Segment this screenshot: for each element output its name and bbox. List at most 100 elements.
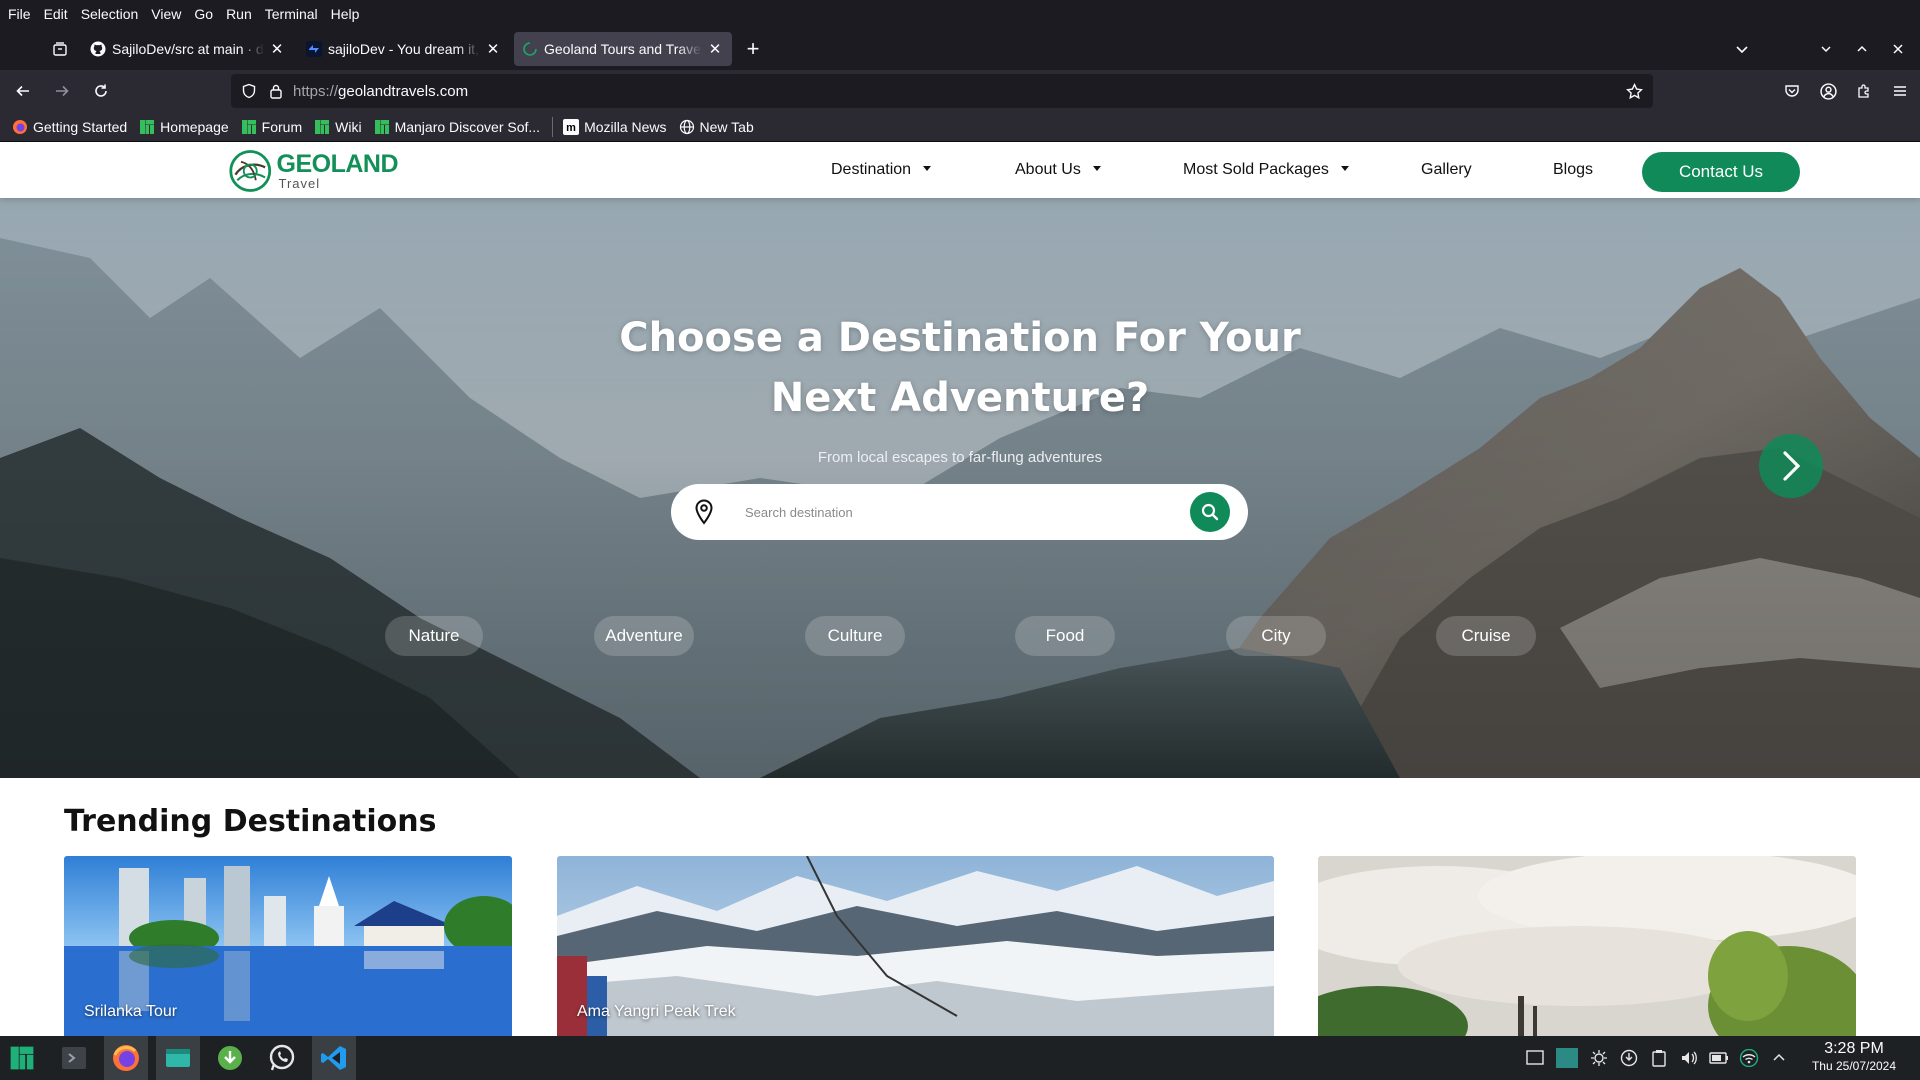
bookmarks-toolbar: Getting Started Homepage Forum Wiki Manj… (0, 112, 1920, 142)
url-text[interactable]: https://geolandtravels.com (293, 83, 468, 100)
bookmark-mozilla-news[interactable]: m Mozilla News (563, 118, 667, 135)
update-icon[interactable] (1618, 1047, 1640, 1069)
tray-expand-chevron-icon[interactable] (1768, 1047, 1790, 1069)
url-protocol: https:// (293, 82, 339, 100)
menu-view[interactable]: View (151, 6, 181, 22)
hero-title-line1: Choose a Destination For Your (619, 315, 1301, 361)
destination-card-srilanka[interactable]: Srilanka Tour (64, 856, 512, 1036)
nav-most-sold-packages[interactable]: Most Sold Packages (1183, 142, 1349, 198)
menu-go[interactable]: Go (194, 6, 213, 22)
hero-title-line2: Next Adventure? (770, 375, 1150, 421)
files-icon[interactable] (156, 1036, 200, 1080)
maximize-chevron-icon[interactable] (1848, 35, 1876, 63)
shield-icon[interactable] (241, 83, 259, 99)
battery-icon[interactable] (1708, 1047, 1730, 1069)
minimize-chevron-icon[interactable] (1812, 35, 1840, 63)
menu-edit[interactable]: Edit (44, 6, 68, 22)
account-icon[interactable] (1812, 75, 1844, 107)
hamburger-menu-icon[interactable] (1884, 75, 1916, 107)
forward-arrow-icon[interactable] (46, 75, 78, 107)
web-page: GEOLAND Travel Destination About Us Most… (0, 142, 1920, 1036)
vscode-icon[interactable] (312, 1036, 356, 1080)
clipboard-icon[interactable] (1648, 1047, 1670, 1069)
logo-subtitle: Travel (278, 176, 321, 191)
toolbar-right (1772, 75, 1916, 107)
bookmark-homepage[interactable]: Homepage (139, 119, 229, 135)
clock-date: Thu 25/07/2024 (1811, 1059, 1897, 1073)
nav-about-us[interactable]: About Us (1015, 142, 1101, 198)
browser-tabbar: SajiloDev/src at main · dipe ✕ sajiloDev… (0, 28, 1920, 70)
category-chip-food[interactable]: Food (1015, 616, 1115, 656)
window-close-icon[interactable] (1884, 35, 1912, 63)
menu-help[interactable]: Help (331, 6, 360, 22)
menu-selection[interactable]: Selection (81, 6, 139, 22)
show-desktop-icon[interactable] (1524, 1047, 1546, 1069)
location-pin-icon (689, 497, 719, 527)
nav-gallery[interactable]: Gallery (1421, 142, 1472, 198)
system-taskbar: 3:28 PM Thu 25/07/2024 (0, 1036, 1920, 1080)
terminal-icon[interactable] (52, 1036, 96, 1080)
tab-title: sajiloDev - You dream it, W (328, 41, 480, 57)
bookmark-wiki[interactable]: Wiki (314, 119, 362, 135)
menu-terminal[interactable]: Terminal (265, 6, 318, 22)
tab-geoland[interactable]: Geoland Tours and Travels ✕ (514, 32, 732, 66)
slider-next-button[interactable] (1759, 434, 1823, 498)
new-tab-button[interactable]: + (738, 34, 768, 64)
caret-down-icon (1340, 165, 1349, 171)
bookmark-forum[interactable]: Forum (241, 119, 302, 135)
list-tabs-chevron-icon[interactable] (1728, 35, 1756, 63)
notifications-icon[interactable] (1588, 1047, 1610, 1069)
reload-icon[interactable] (85, 75, 117, 107)
search-destination-input[interactable] (745, 504, 1190, 520)
bookmark-separator (552, 116, 554, 137)
card-caption: Ama Yangri Peak Trek (577, 1003, 736, 1020)
close-icon[interactable]: ✕ (706, 40, 724, 58)
url-bar[interactable]: https://geolandtravels.com (231, 74, 1653, 108)
system-tray (1516, 1036, 1790, 1080)
bookmark-star-icon[interactable] (1626, 83, 1643, 100)
caret-down-icon (1092, 165, 1101, 171)
category-chip-cruise[interactable]: Cruise (1436, 616, 1536, 656)
category-chip-culture[interactable]: Culture (805, 616, 905, 656)
search-button[interactable] (1190, 492, 1230, 532)
tab-overview-icon[interactable] (42, 31, 78, 67)
manjaro-icon (139, 119, 155, 135)
destination-card-ama-yangri[interactable]: Ama Yangri Peak Trek (557, 856, 1274, 1036)
destination-card-third[interactable] (1318, 856, 1856, 1036)
manjaro-icon (374, 119, 390, 135)
manjaro-menu-icon[interactable] (0, 1036, 44, 1080)
close-icon[interactable]: ✕ (484, 40, 502, 58)
site-logo[interactable]: GEOLAND Travel (228, 146, 398, 196)
nav-destination[interactable]: Destination (831, 142, 932, 198)
back-arrow-icon[interactable] (7, 75, 39, 107)
bookmark-manjaro-discover[interactable]: Manjaro Discover Sof... (374, 119, 540, 135)
menu-run[interactable]: Run (226, 6, 252, 22)
destination-search-bar (671, 484, 1248, 540)
system-clock[interactable]: 3:28 PM Thu 25/07/2024 (1798, 1040, 1910, 1073)
extensions-icon[interactable] (1848, 75, 1880, 107)
downloader-icon[interactable] (208, 1036, 252, 1080)
menu-file[interactable]: File (8, 6, 31, 22)
tab-github[interactable]: SajiloDev/src at main · dipe ✕ (82, 32, 294, 66)
nav-blogs[interactable]: Blogs (1553, 142, 1593, 198)
whatsapp-icon[interactable] (260, 1036, 304, 1080)
firefox-icon (12, 119, 28, 135)
firefox-icon[interactable] (104, 1036, 148, 1080)
clock-time: 3:28 PM (1824, 1040, 1884, 1057)
lock-icon[interactable] (269, 83, 285, 99)
geoland-logo-icon (229, 150, 272, 192)
contact-us-button[interactable]: Contact Us (1642, 152, 1800, 192)
wifi-icon[interactable] (1738, 1047, 1760, 1069)
desktop-pager-icon[interactable] (1554, 1047, 1580, 1069)
bookmark-getting-started[interactable]: Getting Started (12, 119, 127, 135)
category-chip-nature[interactable]: Nature (385, 616, 483, 656)
category-chip-city[interactable]: City (1226, 616, 1326, 656)
bookmark-new-tab[interactable]: New Tab (679, 119, 754, 135)
tab-sajilodev[interactable]: sajiloDev - You dream it, W ✕ (298, 32, 510, 66)
close-icon[interactable]: ✕ (268, 40, 286, 58)
category-chip-adventure[interactable]: Adventure (594, 616, 694, 656)
browser-navbar: https://geolandtravels.com (0, 70, 1920, 112)
geoland-favicon-icon (522, 41, 538, 57)
volume-icon[interactable] (1678, 1047, 1700, 1069)
pocket-icon[interactable] (1776, 75, 1808, 107)
